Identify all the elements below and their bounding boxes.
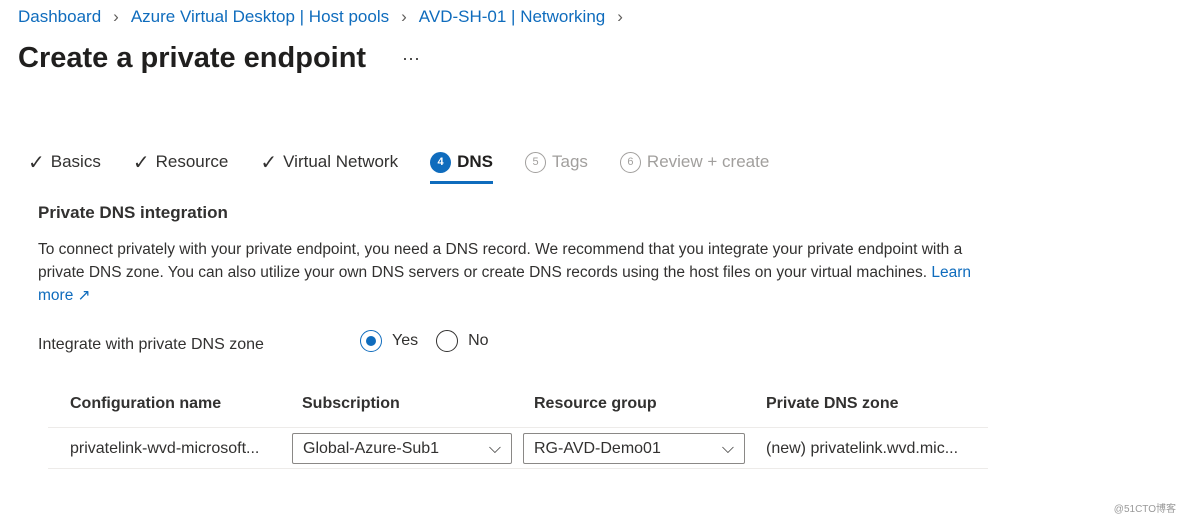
radio-unselected-icon [436,330,459,352]
step-number-icon: 6 [619,151,641,173]
page-title: Create a private endpoint [18,42,367,74]
breadcrumb-host-pools[interactable]: Azure Virtual Desktop | Host pools [131,7,389,27]
config-name-cell: privatelink-wvd-microsoft... [70,440,260,457]
column-header-config: Configuration name [70,395,222,412]
checkmark-icon: ✓ [260,151,278,174]
divider [48,427,988,428]
chevron-right-icon: › [113,7,119,26]
tab-label: Review + create [646,152,770,171]
checkmark-icon: ✓ [132,151,150,174]
tab-label: Tags [552,152,588,171]
tab-label: Virtual Network [283,152,399,171]
description-text: To connect privately with your private e… [38,241,963,281]
tab-basics[interactable]: ✓ Basics [28,148,101,176]
breadcrumb: Dashboard › Azure Virtual Desktop | Host … [18,7,623,27]
column-header-subscription: Subscription [302,395,400,412]
wizard-tabs: ✓ Basics ✓ Resource ✓ Virtual Network 4 DNS … [28,148,801,184]
dropdown-value: RG-AVD-Demo01 [534,439,661,457]
radio-selected-icon [360,330,382,352]
tab-tags[interactable]: 5 Tags [525,148,588,176]
subscription-dropdown[interactable]: Global-Azure-Sub1 ⌵ [292,433,512,464]
chevron-right-icon: › [401,7,407,26]
tab-resource[interactable]: ✓ Resource [133,148,229,176]
more-options-button[interactable]: ··· [402,48,420,69]
breadcrumb-networking[interactable]: AVD-SH-01 | Networking [419,7,605,27]
integrate-radio-group: Yes No [360,330,489,352]
step-number-icon: 4 [430,151,452,173]
watermark: @51CTO博客 [1113,504,1176,515]
tab-review-create[interactable]: 6 Review + create [619,148,770,176]
step-number-icon: 5 [525,151,546,173]
dropdown-value: Global-Azure-Sub1 [303,439,440,457]
checkmark-icon: ✓ [28,151,45,174]
radio-no[interactable]: No [436,330,489,352]
tab-label: DNS [457,152,493,171]
column-header-resource-group: Resource group [534,395,657,412]
tab-label: Resource [155,152,229,171]
tab-dns[interactable]: 4 DNS [430,148,493,184]
breadcrumb-dashboard[interactable]: Dashboard [18,7,101,27]
tab-label: Basics [50,152,101,171]
column-header-dns-zone: Private DNS zone [766,395,899,412]
radio-label: No [468,332,489,349]
chevron-down-icon: ⌵ [488,439,501,457]
description: To connect privately with your private e… [38,238,998,307]
resource-group-dropdown[interactable]: RG-AVD-Demo01 ⌵ [523,433,745,464]
radio-yes[interactable]: Yes [360,330,418,352]
integrate-label: Integrate with private DNS zone [38,336,264,353]
chevron-down-icon: ⌵ [721,439,734,457]
tab-virtual-network[interactable]: ✓ Virtual Network [260,148,398,176]
divider [48,468,988,469]
chevron-right-icon: › [617,7,623,26]
dns-zone-cell: (new) privatelink.wvd.mic... [766,440,959,457]
section-heading: Private DNS integration [38,203,228,222]
radio-label: Yes [392,332,419,349]
external-link-icon: ↗ [77,287,91,304]
